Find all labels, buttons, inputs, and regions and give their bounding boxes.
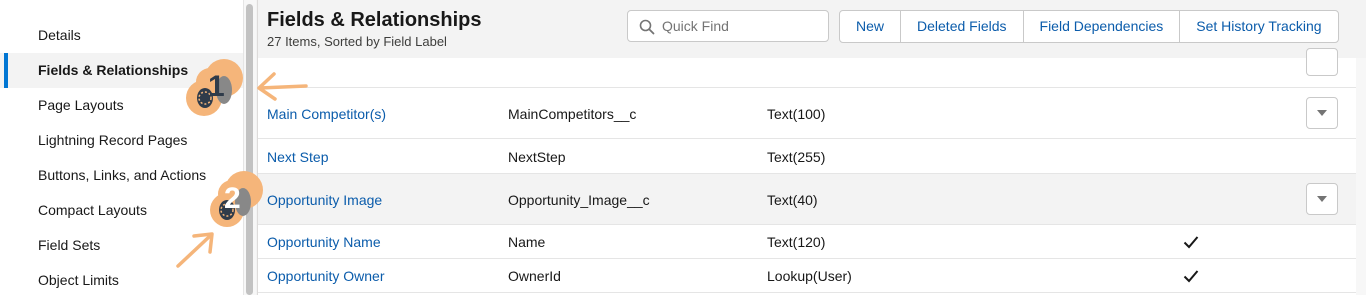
field-api-name: Name [508,234,546,250]
table-row: Opportunity Image Opportunity_Image__c T… [258,174,1356,225]
field-api-name: NextStep [508,149,566,165]
table-row: Opportunity Name Name Text(120) [258,225,1356,259]
field-label-link[interactable]: Opportunity Owner [267,267,385,285]
page-title: Fields & Relationships [267,9,482,31]
sidebar-item-details[interactable]: Details [0,18,243,53]
header-button-group: New Deleted Fields Field Dependencies Se… [839,10,1339,43]
field-label-link[interactable]: Opportunity Name [267,233,381,251]
deleted-fields-button[interactable]: Deleted Fields [901,11,1024,42]
main-panel: Fields & Relationships 27 Items, Sorted … [257,0,1366,295]
table-row: Opportunity Owner OwnerId Lookup(User) [258,259,1356,293]
annotation-step-1: 1 [186,59,308,116]
field-data-type: Text(120) [767,234,826,250]
field-data-type: Text(100) [767,106,826,122]
chevron-down-icon [1317,110,1327,116]
page-subtitle: 27 Items, Sorted by Field Label [267,34,447,49]
row-actions-button[interactable] [1306,97,1338,129]
search-icon [639,19,655,35]
checkmark-icon [1183,270,1199,283]
row-actions-button[interactable] [1306,183,1338,215]
field-label-link[interactable]: Next Step [267,148,328,166]
quick-find-input[interactable] [662,11,822,41]
set-history-tracking-button[interactable]: Set History Tracking [1180,11,1337,42]
table-row: Next Step NextStep Text(255) [258,139,1356,174]
table-row [258,48,1356,88]
table-scrollbar[interactable] [1356,58,1366,295]
table-row: Main Competitor(s) MainCompetitors__c Te… [258,88,1356,139]
field-dependencies-button[interactable]: Field Dependencies [1024,11,1181,42]
quick-find-box[interactable] [627,10,829,42]
field-data-type: Text(40) [767,192,818,208]
page-header: Fields & Relationships 27 Items, Sorted … [258,0,1366,58]
field-api-name: OwnerId [508,268,561,284]
new-button[interactable]: New [840,11,902,42]
annotation-number-2: 2 [224,182,241,215]
sidebar-item-lightning-record-pages[interactable]: Lightning Record Pages [0,123,243,158]
field-data-type: Lookup(User) [767,268,852,284]
checkmark-icon [1183,236,1199,249]
annotation-number-1: 1 [208,70,225,103]
chevron-down-icon [1317,196,1327,202]
field-api-name: Opportunity_Image__c [508,192,650,208]
row-actions-button[interactable] [1306,48,1338,76]
annotation-step-2: 2 [176,171,263,268]
field-data-type: Text(255) [767,149,826,165]
field-label-link[interactable]: Opportunity Image [267,191,382,209]
field-api-name: MainCompetitors__c [508,106,637,122]
